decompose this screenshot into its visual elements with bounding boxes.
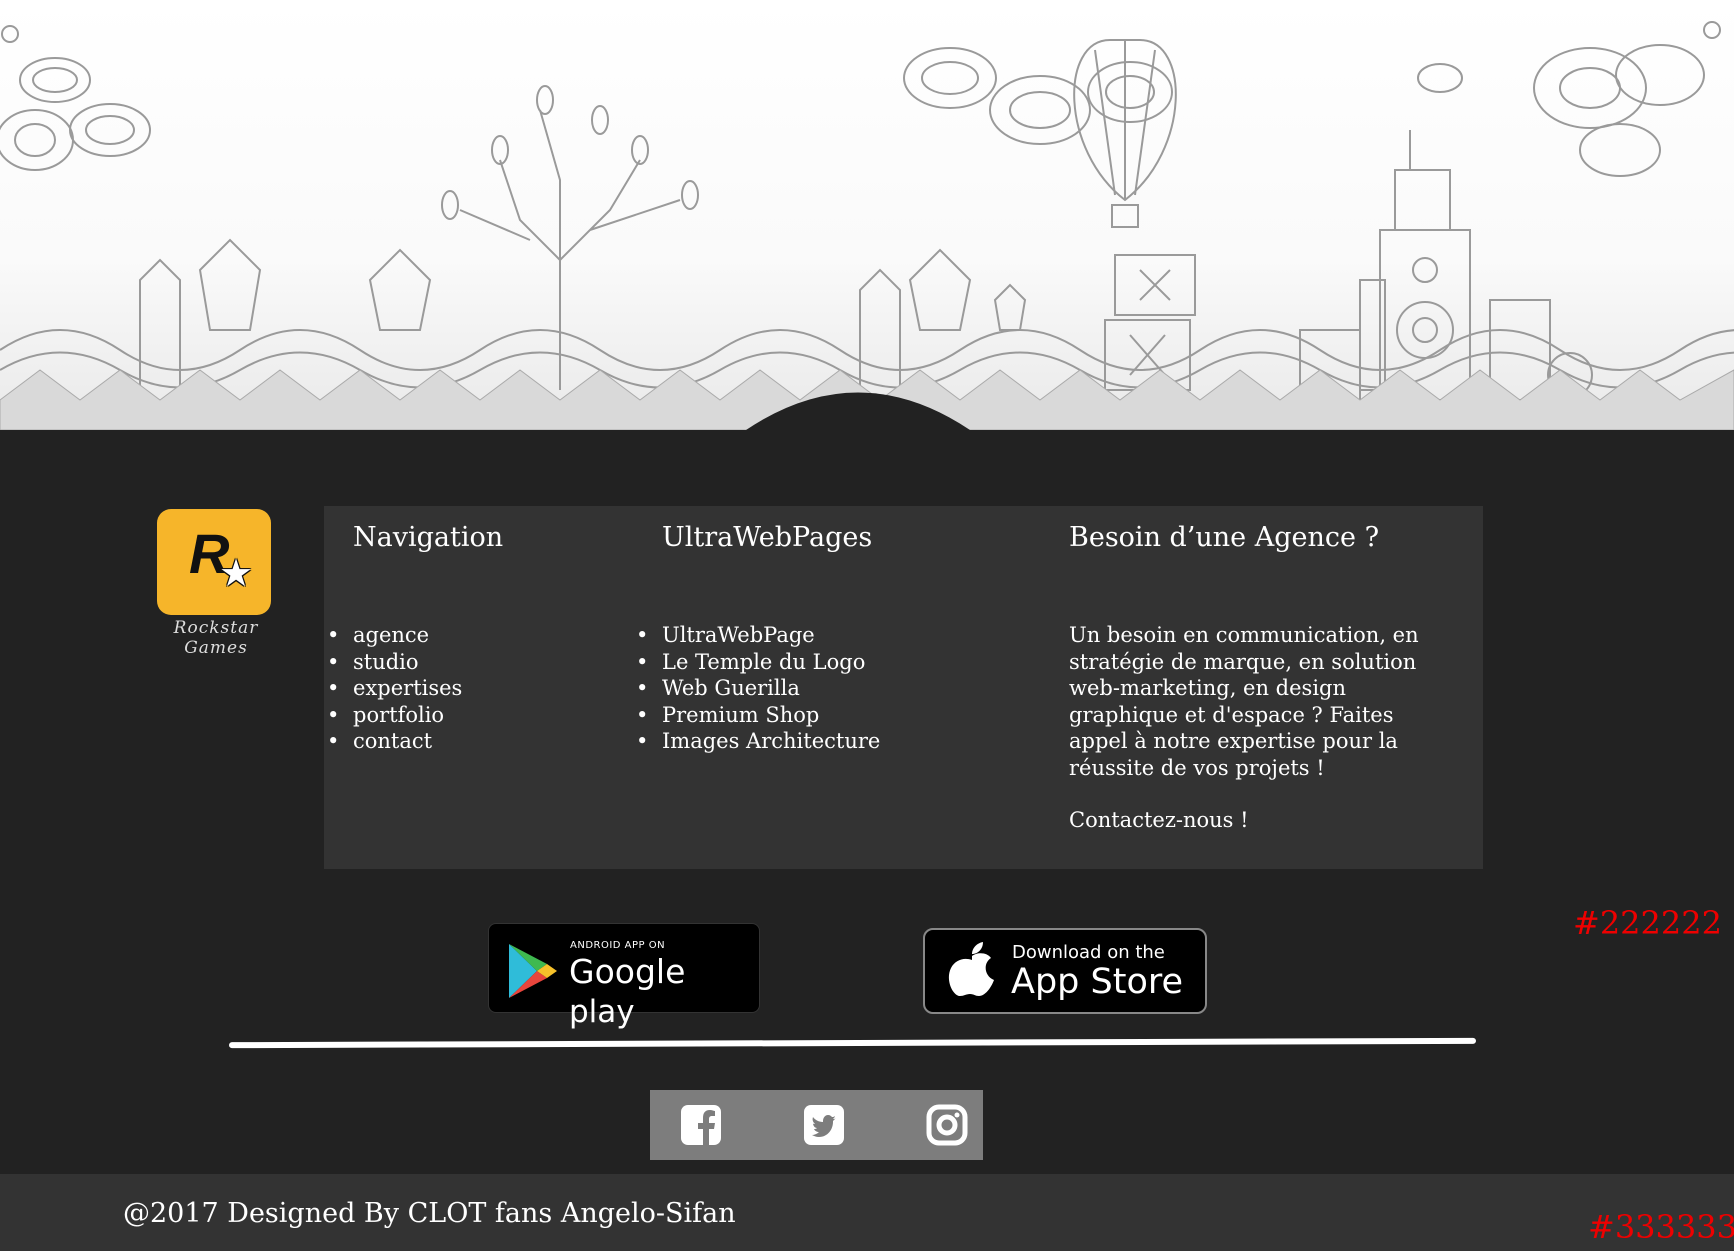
google-play-big-text: Google play [569,952,759,1030]
instagram-icon[interactable] [926,1104,968,1146]
google-word: Google [569,952,686,991]
copyright-text: @2017 Designed By CLOT fans Angelo-Sifan [123,1198,736,1229]
agency-title: Besoin d’une Agence ? [1069,522,1380,553]
color-annotation-dark: #222222 [1573,904,1722,942]
contact-us-link[interactable]: Contactez-nous ! [1069,808,1249,832]
doodle-city-illustration-icon [0,21,1734,430]
ultra-link-web-guerilla[interactable]: Web Guerilla [636,675,880,702]
nav-link-studio[interactable]: studio [327,649,462,676]
rockstar-logo-icon[interactable]: R ★ [157,509,271,615]
logo-caption: Rockstar Games [173,618,259,658]
hero-illustration [0,0,1734,430]
apple-icon [948,942,994,996]
nav-link-contact[interactable]: contact [327,728,462,755]
ultrawebpages-title: UltraWebPages [662,522,873,553]
navigation-list: agence studio expertises portfolio conta… [324,622,462,755]
twitter-icon[interactable] [803,1104,845,1146]
ultra-link-ultrawebpage[interactable]: UltraWebPage [636,622,880,649]
nav-link-agence[interactable]: agence [327,622,462,649]
ultrawebpages-list: UltraWebPage Le Temple du Logo Web Gueri… [633,622,880,755]
ultra-link-images-architecture[interactable]: Images Architecture [636,728,880,755]
color-annotation-footer: #333333 [1588,1208,1734,1246]
app-store-badge[interactable]: Download on the App Store [923,928,1207,1014]
google-play-icon [509,944,557,998]
star-icon: ★ [219,551,254,595]
ultra-link-temple-du-logo[interactable]: Le Temple du Logo [636,649,880,676]
nav-link-expertises[interactable]: expertises [327,675,462,702]
app-store-big-text: App Store [1011,962,1184,1002]
play-word: play [569,994,635,1030]
ultra-link-premium-shop[interactable]: Premium Shop [636,702,880,729]
footer-bar: @2017 Designed By CLOT fans Angelo-Sifan [0,1174,1734,1251]
social-bar [650,1090,983,1160]
google-play-small-text: ANDROID APP ON [570,940,666,951]
links-panel: Navigation agence studio expertises port… [324,506,1483,869]
nav-link-portfolio[interactable]: portfolio [327,702,462,729]
agency-text: Un besoin en communication, en stratégie… [1069,623,1419,780]
app-store-small-text: Download on the [1012,942,1165,963]
facebook-icon[interactable] [680,1104,722,1146]
google-play-badge[interactable]: ANDROID APP ON Google play [488,923,760,1030]
navigation-title: Navigation [353,522,504,553]
